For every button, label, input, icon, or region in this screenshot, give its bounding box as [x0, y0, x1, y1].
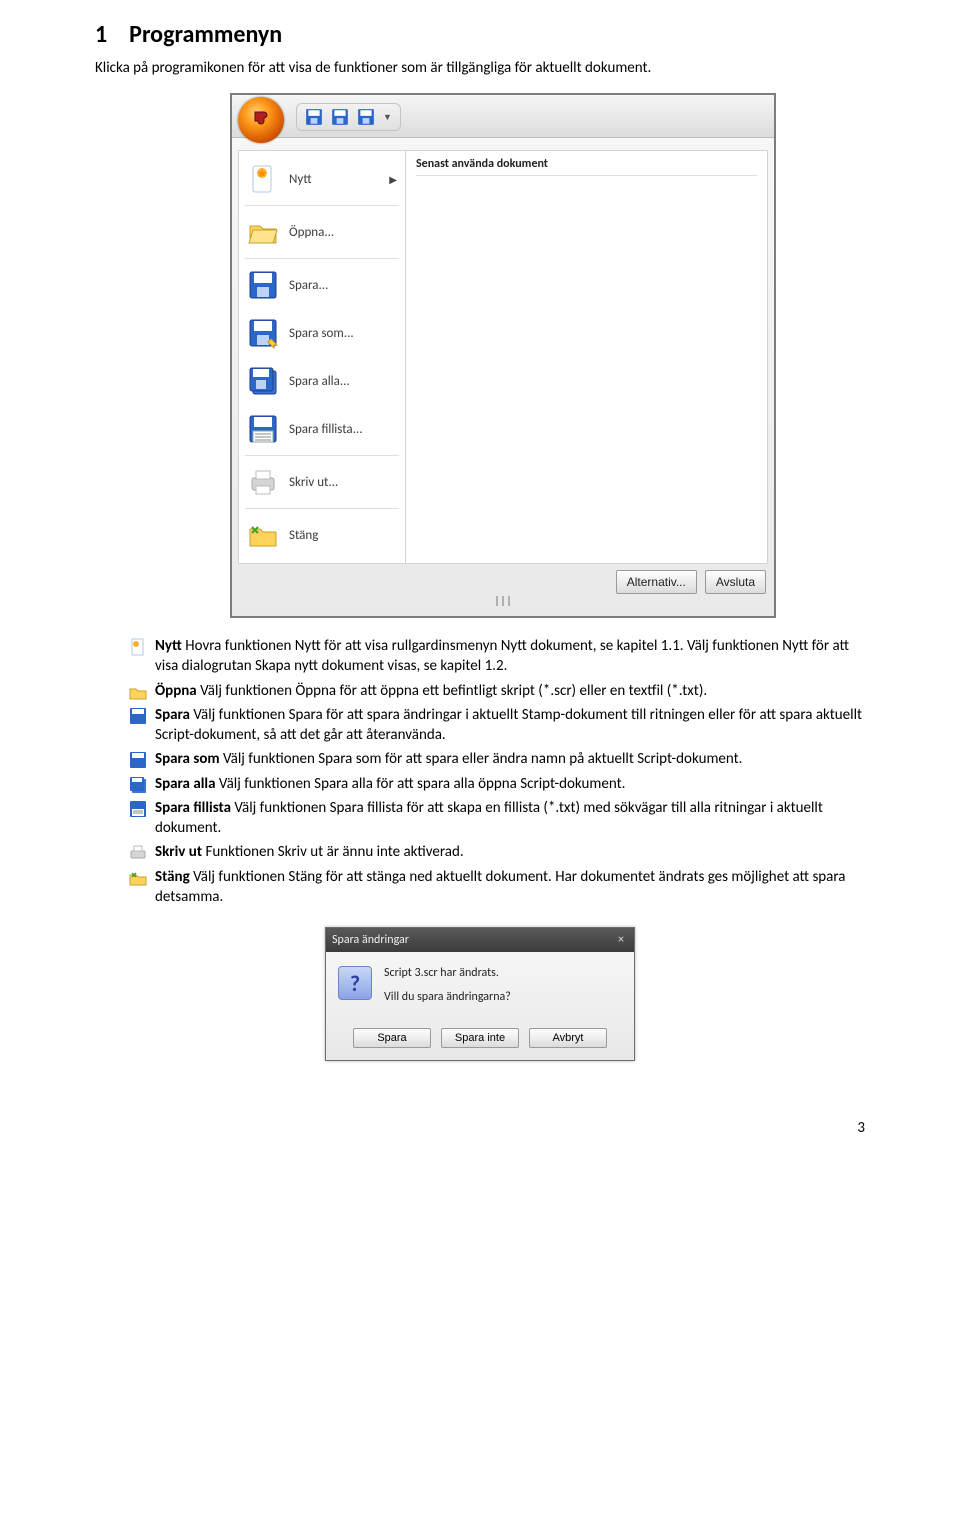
menu-item-label: Spara... [289, 278, 328, 293]
dialog-titlebar: Spara ändringar × [326, 928, 634, 952]
folder-close-icon [129, 869, 147, 887]
folder-open-icon [247, 216, 279, 248]
desc-open: Öppna Välj funktionen Öppna för att öppn… [129, 681, 865, 701]
program-menu-window: ▼ Nytt ▶ Öppna... [230, 93, 776, 618]
floppy-disk-icon [247, 317, 279, 349]
menu-item-label: Stäng [289, 528, 318, 543]
menu-left-column: Nytt ▶ Öppna... Spara... [239, 151, 406, 563]
folder-close-icon [247, 519, 279, 551]
dialog-dont-save-button[interactable]: Spara inte [441, 1028, 519, 1048]
dialog-save-button[interactable]: Spara [353, 1028, 431, 1048]
menu-description-list: Nytt Hovra funktionen Nytt för att visa … [129, 636, 865, 907]
folder-open-icon [129, 683, 147, 701]
new-document-icon [247, 163, 279, 195]
menu-item-save-as[interactable]: Spara som... [239, 309, 405, 357]
close-icon[interactable]: × [614, 933, 628, 947]
dialog-message-2: Vill du spara ändringarna? [384, 990, 511, 1004]
heading-title: Programmenyn [129, 20, 282, 49]
app-menu-button[interactable] [238, 97, 284, 143]
dialog-message-1: Script 3.scr har ändrats. [384, 966, 511, 980]
resize-handle-icon [489, 596, 517, 608]
desc-save: Spara Välj funktionen Spara för att spar… [129, 705, 865, 746]
recent-documents-header: Senast använda dokument [416, 157, 757, 176]
printer-icon [129, 844, 147, 862]
menu-item-label: Skriv ut... [289, 475, 338, 490]
save-icon[interactable] [305, 108, 323, 126]
intro-paragraph: Klicka på programikonen för att visa de … [95, 59, 865, 77]
menu-item-save-all[interactable]: Spara alla... [239, 357, 405, 405]
menu-recent-documents: Senast använda dokument [406, 151, 767, 563]
menu-item-save[interactable]: Spara... [239, 261, 405, 309]
menu-item-new[interactable]: Nytt ▶ [239, 155, 405, 203]
printer-icon [247, 466, 279, 498]
desc-save-as: Spara som Välj funktionen Spara som för … [129, 749, 865, 769]
desc-save-filelist: Spara fillista Välj funktionen Spara fil… [129, 798, 865, 839]
menu-item-open[interactable]: Öppna... [239, 208, 405, 256]
dialog-cancel-button[interactable]: Avbryt [529, 1028, 607, 1048]
page-number: 3 [0, 1119, 960, 1137]
menu-item-label: Spara som... [289, 326, 354, 341]
menu-item-save-filelist[interactable]: Spara fillista... [239, 405, 405, 453]
section-heading: 1 Programmenyn [95, 20, 865, 49]
floppy-disk-icon [129, 707, 147, 725]
menu-item-label: Spara alla... [289, 374, 350, 389]
titlebar: ▼ [232, 95, 774, 138]
menu-item-label: Öppna... [289, 225, 334, 240]
puzzle-piece-icon [249, 108, 273, 132]
save-icon[interactable] [357, 108, 375, 126]
dropdown-icon[interactable]: ▼ [383, 112, 392, 123]
menu-item-label: Spara fillista... [289, 422, 363, 437]
heading-number: 1 [95, 20, 107, 49]
question-mark-icon: ? [338, 966, 372, 1000]
new-document-icon [129, 638, 147, 656]
desc-nytt: Nytt Hovra funktionen Nytt för att visa … [129, 636, 865, 677]
menu-footer: Alternativ... Avsluta [240, 570, 766, 594]
floppy-list-icon [247, 413, 279, 445]
submenu-arrow-icon: ▶ [389, 173, 397, 186]
desc-save-all: Spara alla Välj funktionen Spara alla fö… [129, 774, 865, 794]
options-button[interactable]: Alternativ... [616, 570, 697, 594]
multiple-floppy-disk-icon [129, 776, 147, 794]
exit-button[interactable]: Avsluta [705, 570, 766, 594]
desc-close: Stäng Välj funktionen Stäng för att stän… [129, 867, 865, 908]
floppy-list-icon [129, 800, 147, 818]
dialog-title-text: Spara ändringar [332, 933, 409, 947]
quick-access-toolbar: ▼ [296, 103, 401, 131]
menu-item-close[interactable]: Stäng [239, 511, 405, 559]
floppy-disk-icon [247, 269, 279, 301]
menu-item-print[interactable]: Skriv ut... [239, 458, 405, 506]
save-changes-dialog: Spara ändringar × ? Script 3.scr har änd… [325, 927, 635, 1061]
desc-print: Skriv ut Funktionen Skriv ut är ännu int… [129, 842, 865, 862]
menu-item-label: Nytt [289, 172, 312, 187]
save-icon[interactable] [331, 108, 349, 126]
floppy-disk-icon [129, 751, 147, 769]
multiple-floppy-disk-icon [247, 365, 279, 397]
